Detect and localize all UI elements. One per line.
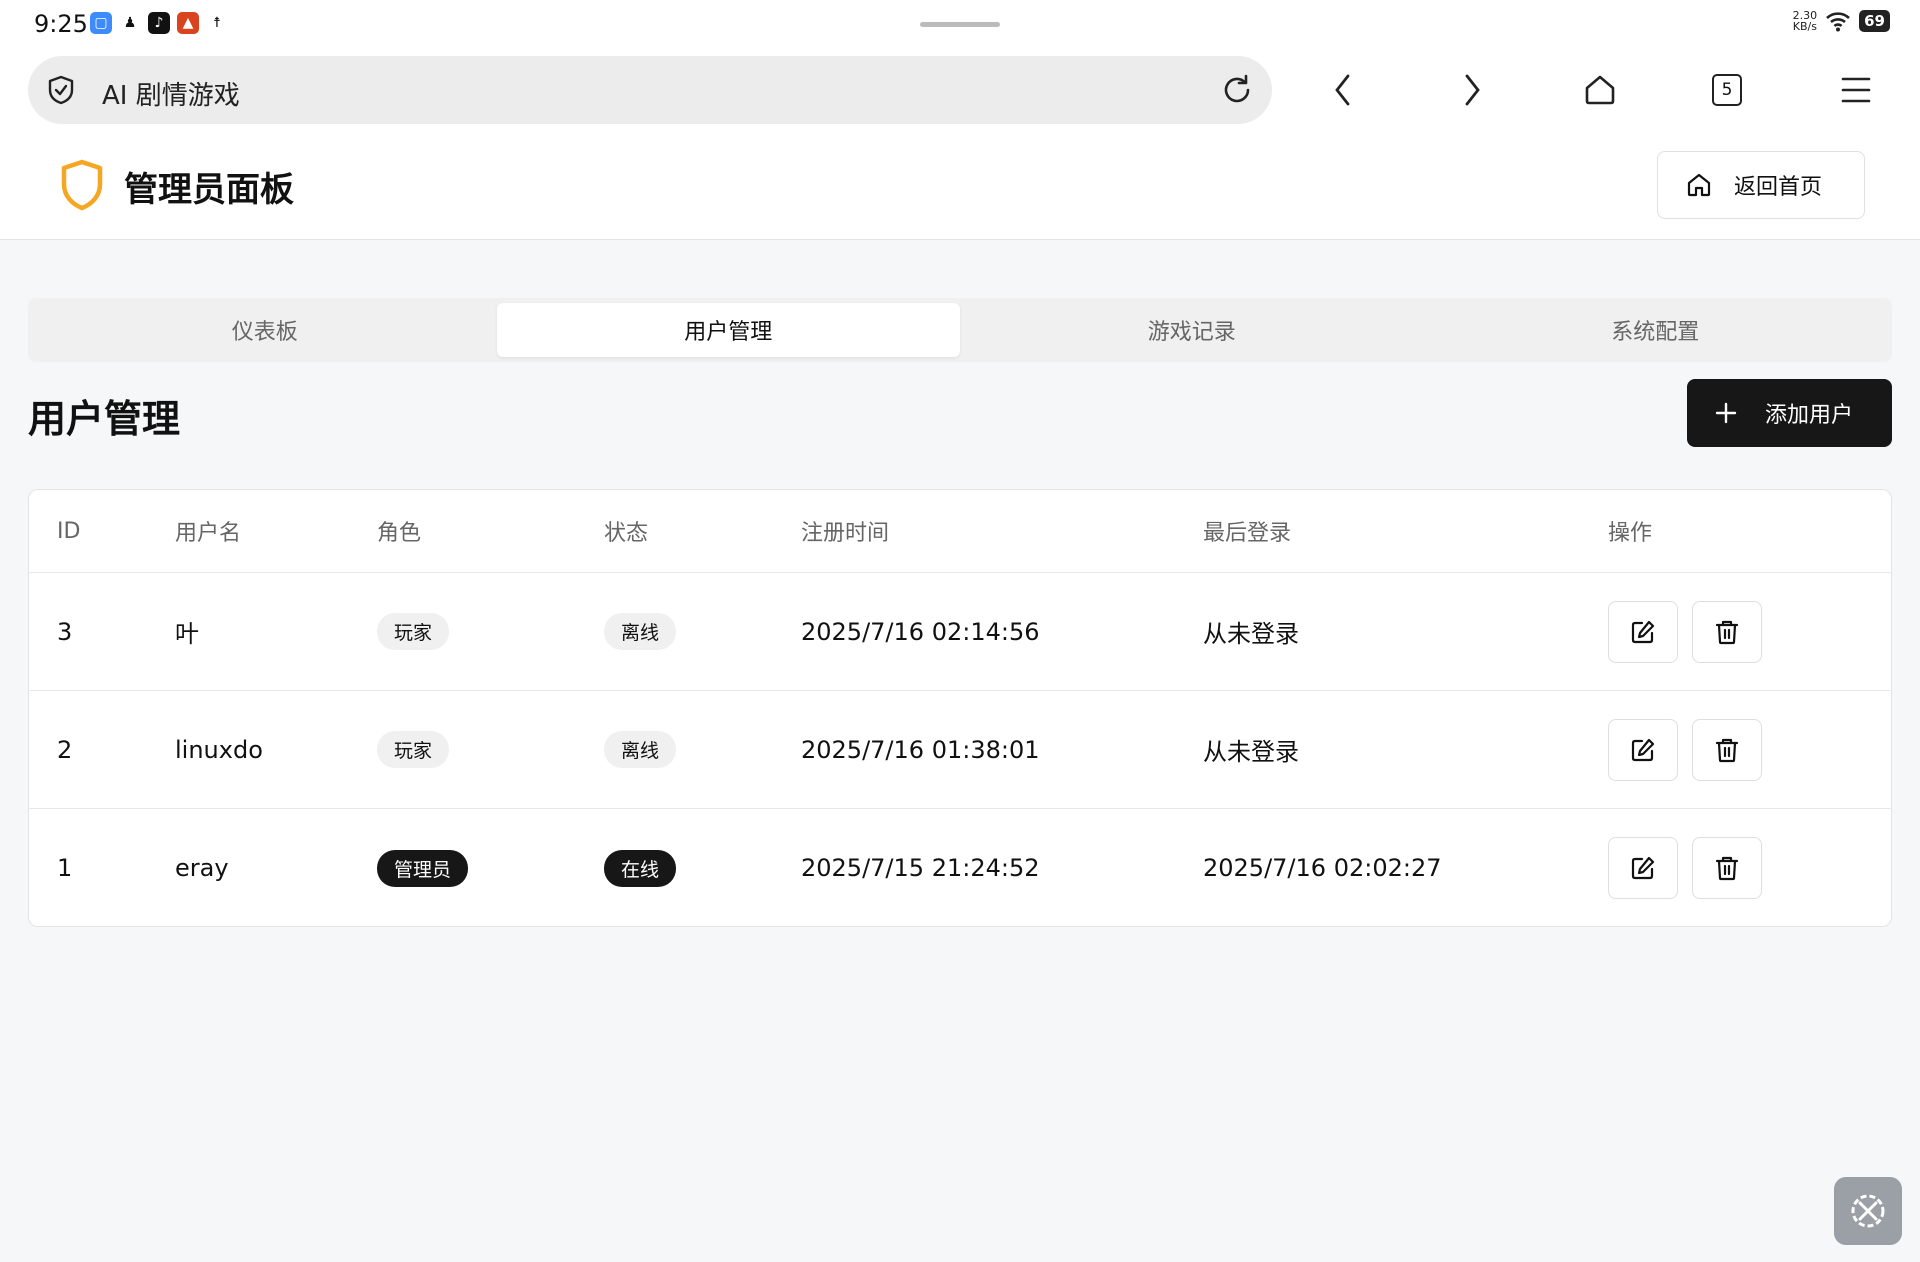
chevron-left-icon [1335,74,1350,106]
col-registered: 注册时间 [801,521,890,546]
cell-id: 3 [57,617,73,646]
tab-game-records[interactable]: 游戏记录 [960,303,1424,357]
col-username: 用户名 [175,521,242,546]
plus-icon [1715,402,1737,424]
col-status: 状态 [604,521,649,546]
shield-logo-icon [61,159,103,211]
edit-icon [1631,738,1655,761]
add-user-label: 添加用户 [1765,403,1854,428]
delete-button[interactable] [1692,600,1762,663]
cell-username: linuxdo [175,735,263,764]
edit-button[interactable] [1608,837,1678,899]
edit-button[interactable] [1608,718,1678,781]
hamburger-menu-icon [1841,77,1871,103]
tab-user-management[interactable]: 用户管理 [496,303,960,357]
cell-username: eray [175,854,229,882]
net-speed-unit: KB/s [1792,20,1817,33]
status-time: 9:25 [34,10,88,38]
table-row: 2 linuxdo 玩家 离线 2025/7/16 01:38:01 从未登录 [29,691,1891,809]
admin-tabs: 仪表板 用户管理 游戏记录 系统配置 [28,298,1892,362]
cell-last-login: 从未登录 [1203,620,1299,648]
delete-button[interactable] [1692,837,1762,899]
delete-button[interactable] [1692,718,1762,781]
app-icon: ▲ [177,12,199,34]
trash-icon [1715,620,1739,644]
tiktok-icon: ♪ [148,12,170,34]
table-row: 1 eray 管理员 在线 2025/7/15 21:24:52 2025/7/… [29,809,1891,926]
qq-icon: ♟ [119,12,141,34]
col-actions: 操作 [1608,521,1653,546]
menu-button[interactable] [1836,70,1876,110]
home-icon [1687,173,1711,197]
section-title: 用户管理 [28,397,181,441]
cell-id: 2 [57,735,73,764]
cell-registered: 2025/7/16 01:38:01 [801,735,1040,764]
back-button[interactable] [1323,70,1363,110]
reload-icon[interactable] [1220,73,1254,107]
col-last-login: 最后登录 [1203,521,1292,546]
wifi-icon [1826,12,1851,32]
col-role: 角色 [377,521,422,546]
page-title: 管理员面板 [124,170,294,210]
browser-toolbar: AI 剧情游戏 5 [0,50,1920,130]
address-text: AI 剧情游戏 [102,81,240,111]
chevron-right-icon [1465,74,1480,106]
status-badge: 离线 [604,731,677,768]
cell-last-login: 2025/7/16 02:02:27 [1203,854,1442,882]
cell-registered: 2025/7/16 02:14:56 [801,617,1040,646]
edit-button[interactable] [1608,600,1678,663]
status-app-icons: ▢ ♟ ♪ ▲ ☨ [90,12,228,34]
trash-icon [1715,856,1739,881]
browser-home-button[interactable] [1580,70,1620,110]
accessibility-icon: ☨ [206,12,228,34]
drag-handle[interactable] [920,22,1000,27]
messages-icon: ▢ [90,12,112,34]
edit-icon [1631,856,1655,880]
forward-button[interactable] [1452,70,1492,110]
cell-id: 1 [57,854,73,882]
role-badge: 玩家 [377,731,450,768]
net-speed: 2.30 KB/s [1793,10,1818,32]
cell-last-login: 从未登录 [1203,738,1299,766]
status-badge: 在线 [604,849,677,887]
app-header: 管理员面板 返回首页 [0,130,1920,240]
floating-settings-button[interactable] [1834,1177,1902,1245]
return-home-label: 返回首页 [1734,175,1823,200]
gear-tools-icon [1851,1194,1885,1228]
home-icon [1585,75,1615,105]
battery-level: 69 [1859,10,1890,32]
status-bar: 9:25 ▢ ♟ ♪ ▲ ☨ 2.30 KB/s 69 [0,0,1920,50]
table-header: ID 用户名 角色 状态 注册时间 最后登录 操作 [29,490,1891,573]
tab-system-config[interactable]: 系统配置 [1424,303,1888,357]
address-bar[interactable]: AI 剧情游戏 [28,56,1272,124]
add-user-button[interactable]: 添加用户 [1687,379,1892,447]
role-badge: 管理员 [377,849,469,887]
col-id: ID [57,518,81,544]
cell-username: 叶 [175,620,199,648]
table-row: 3 叶 玩家 离线 2025/7/16 02:14:56 从未登录 [29,573,1891,691]
tab-count: 5 [1712,74,1742,106]
shield-check-icon [48,75,74,105]
tabs-button[interactable]: 5 [1707,70,1747,110]
role-badge: 玩家 [377,613,450,650]
cell-registered: 2025/7/15 21:24:52 [801,854,1040,882]
status-badge: 离线 [604,613,677,650]
tab-dashboard[interactable]: 仪表板 [33,303,497,357]
users-table: ID 用户名 角色 状态 注册时间 最后登录 操作 3 叶 玩家 离线 2025… [28,489,1892,927]
trash-icon [1715,738,1739,762]
edit-icon [1631,620,1655,643]
return-home-button[interactable]: 返回首页 [1657,151,1865,219]
status-indicators: 2.30 KB/s 69 [1793,10,1890,32]
